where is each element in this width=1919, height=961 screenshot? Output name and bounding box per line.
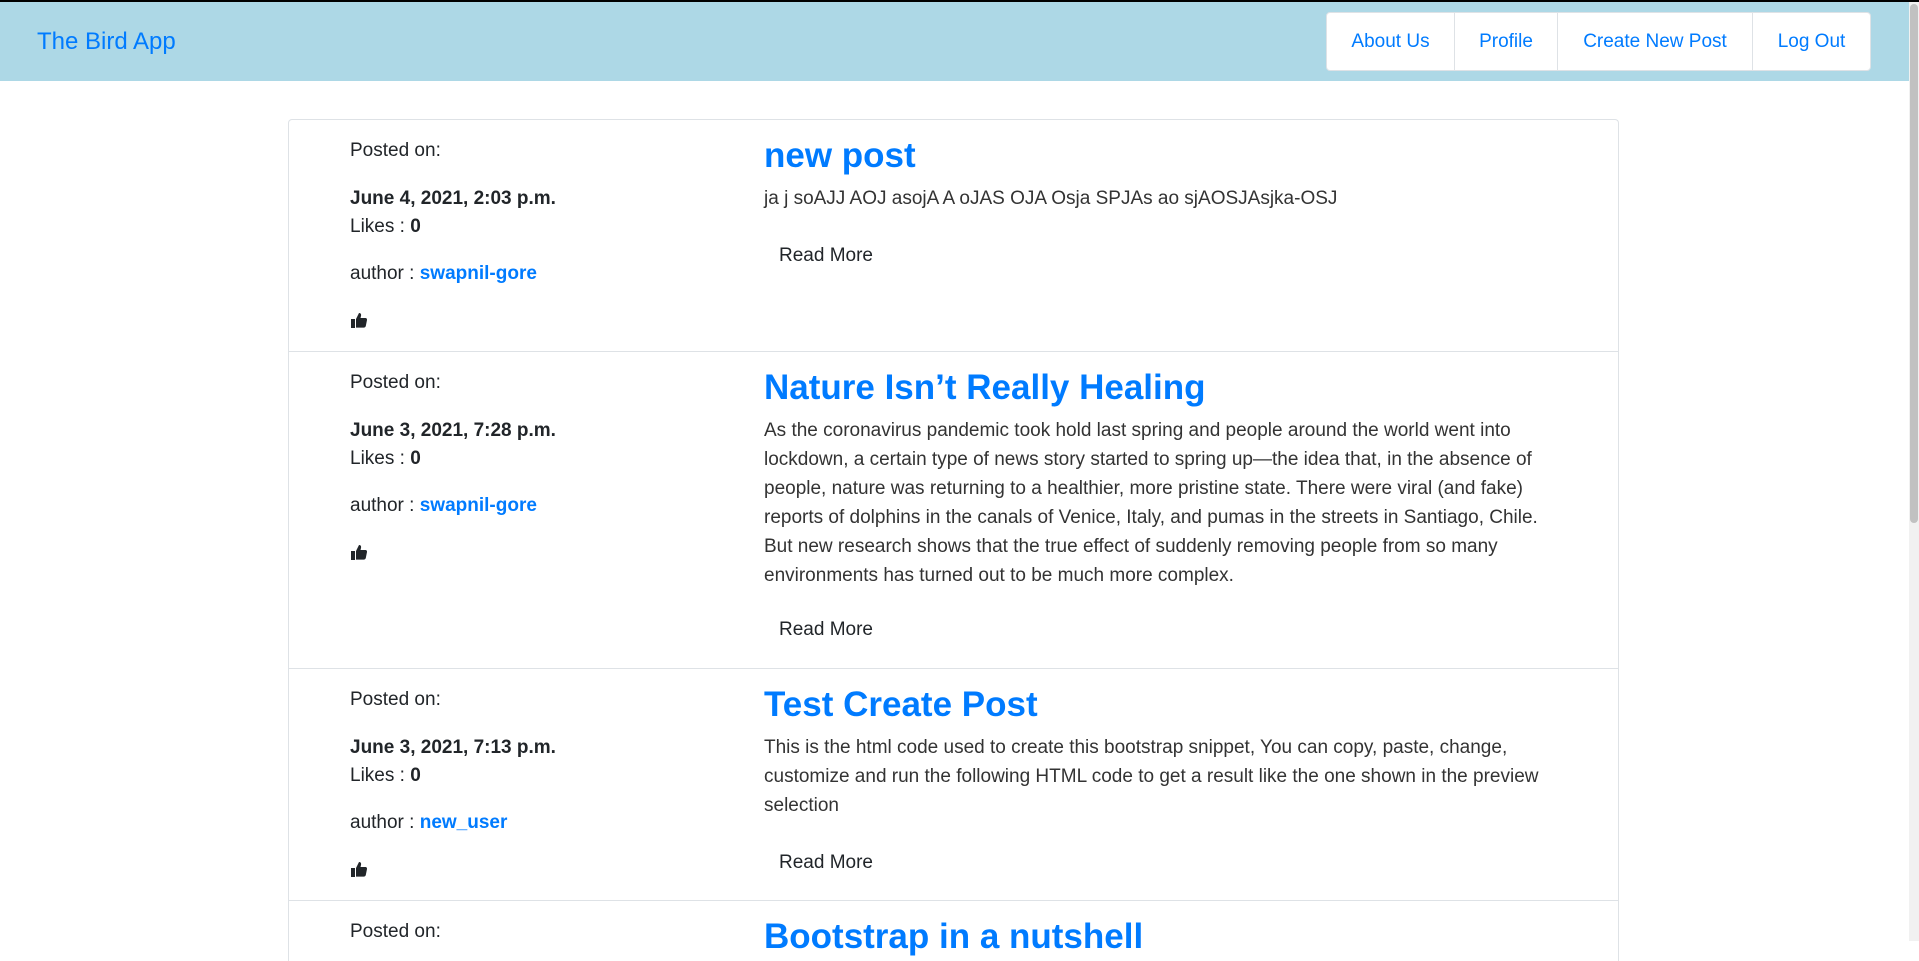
- author-line: author : swapnil-gore: [350, 263, 537, 285]
- author-link[interactable]: swapnil-gore: [420, 263, 537, 284]
- post-title[interactable]: Nature Isn’t Really Healing: [764, 367, 1554, 409]
- likes-value: 0: [410, 216, 421, 237]
- post-list: Posted on: June 4, 2021, 2:03 p.m. Likes…: [288, 119, 1619, 961]
- thumbs-up-icon[interactable]: [350, 311, 370, 331]
- likes-label: Likes :: [350, 765, 411, 786]
- post-item: Posted on: June 3, 2021, 7:28 p.m. Likes…: [289, 352, 1618, 669]
- thumbs-up-icon[interactable]: [350, 860, 370, 880]
- post-content: Nature Isn’t Really Healing As the coron…: [764, 367, 1554, 590]
- post-item: Posted on: Bootstrap in a nutshell: [289, 901, 1618, 961]
- posted-on-label: Posted on:: [350, 921, 441, 942]
- likes-count: Likes : 0: [350, 216, 421, 238]
- read-more-button[interactable]: Read More: [779, 245, 873, 267]
- nav-links: About Us Profile Create New Post Log Out: [1326, 12, 1871, 71]
- read-more-button[interactable]: Read More: [779, 619, 873, 641]
- scrollbar-thumb[interactable]: [1910, 4, 1918, 523]
- post-title[interactable]: Test Create Post: [764, 684, 1554, 726]
- post-body: This is the html code used to create thi…: [764, 737, 1539, 816]
- post-content: Test Create Post This is the html code u…: [764, 684, 1554, 820]
- brand-link[interactable]: The Bird App: [37, 28, 176, 56]
- likes-label: Likes :: [350, 448, 411, 469]
- posted-on-label: Posted on:: [350, 140, 441, 161]
- posted-on-label: Posted on:: [350, 689, 441, 710]
- nav-profile[interactable]: Profile: [1455, 13, 1558, 70]
- post-title[interactable]: Bootstrap in a nutshell: [764, 916, 1554, 958]
- post-date: June 3, 2021, 7:28 p.m.: [350, 420, 556, 441]
- author-link[interactable]: swapnil-gore: [420, 495, 537, 516]
- author-label: author :: [350, 263, 420, 284]
- post-body: As the coronavirus pandemic took hold la…: [764, 420, 1538, 586]
- author-label: author :: [350, 812, 420, 833]
- author-line: author : swapnil-gore: [350, 495, 537, 517]
- likes-count: Likes : 0: [350, 765, 421, 787]
- nav-about-us[interactable]: About Us: [1327, 13, 1455, 70]
- author-label: author :: [350, 495, 420, 516]
- post-title[interactable]: new post: [764, 135, 1554, 177]
- likes-count: Likes : 0: [350, 448, 421, 470]
- nav-create-new-post[interactable]: Create New Post: [1558, 13, 1753, 70]
- posted-on-label: Posted on:: [350, 372, 441, 393]
- author-link[interactable]: new_user: [420, 812, 508, 833]
- nav-log-out[interactable]: Log Out: [1753, 13, 1870, 70]
- post-content: new post ja j soAJJ AOJ asojA A oJAS OJA…: [764, 135, 1554, 213]
- post-date: June 4, 2021, 2:03 p.m.: [350, 188, 556, 209]
- post-content: Bootstrap in a nutshell: [764, 916, 1554, 958]
- read-more-button[interactable]: Read More: [779, 852, 873, 874]
- likes-value: 0: [410, 765, 421, 786]
- post-date: June 3, 2021, 7:13 p.m.: [350, 737, 556, 758]
- post-item: Posted on: June 3, 2021, 7:13 p.m. Likes…: [289, 669, 1618, 901]
- navbar: The Bird App About Us Profile Create New…: [0, 2, 1909, 81]
- thumbs-up-icon[interactable]: [350, 543, 370, 563]
- author-line: author : new_user: [350, 812, 507, 834]
- likes-label: Likes :: [350, 216, 411, 237]
- post-body: ja j soAJJ AOJ asojA A oJAS OJA Osja SPJ…: [764, 188, 1338, 209]
- likes-value: 0: [410, 448, 421, 469]
- post-item: Posted on: June 4, 2021, 2:03 p.m. Likes…: [289, 120, 1618, 352]
